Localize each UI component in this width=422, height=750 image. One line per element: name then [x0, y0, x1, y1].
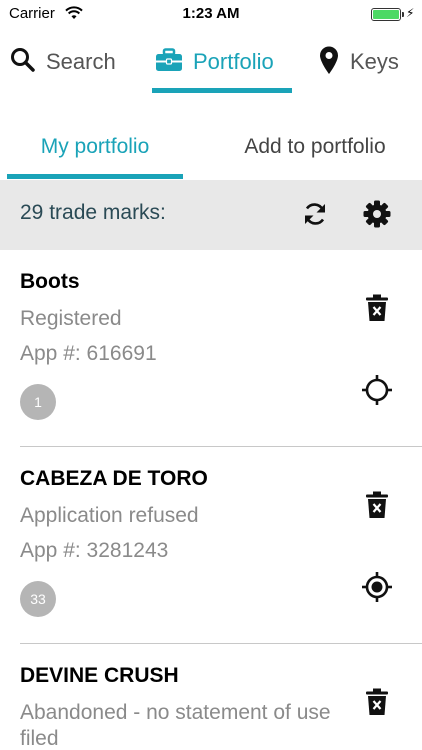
tab-add-to-portfolio[interactable]: Add to portfolio [215, 118, 415, 176]
refresh-icon [305, 203, 325, 225]
gear-icon [363, 200, 391, 228]
delete-button[interactable] [364, 688, 390, 716]
trade-mark-count: 29 trade marks: [20, 201, 166, 224]
crosshair-filled-icon [362, 572, 392, 602]
nav-active-indicator [152, 88, 292, 93]
nav-tab-keys[interactable]: Keys [318, 30, 399, 94]
sub-tab-active-indicator [7, 174, 183, 179]
nav-tab-label: Search [46, 49, 116, 74]
locate-button[interactable] [361, 571, 393, 603]
locate-button[interactable] [361, 374, 393, 406]
trade-mark-name: Boots [20, 270, 80, 293]
charging-icon: ⚡ [406, 6, 415, 20]
settings-button[interactable] [362, 199, 392, 229]
nav-tab-search[interactable]: Search [10, 30, 116, 94]
list-item[interactable]: Boots Registered App #: 616691 1 [0, 250, 422, 446]
application-number: App #: 3281243 [20, 539, 169, 562]
trade-mark-name: CABEZA DE TORO [20, 467, 208, 490]
top-nav: Search Portfolio Keys [0, 30, 422, 94]
class-badge: 1 [20, 384, 56, 420]
list-item[interactable]: CABEZA DE TORO Application refused App #… [0, 447, 422, 643]
application-number: App #: 616691 [20, 342, 157, 365]
portfolio-header: 29 trade marks: [0, 180, 422, 250]
trash-icon [366, 491, 388, 518]
trade-mark-name: DEVINE CRUSH [20, 664, 179, 687]
trade-mark-status: Abandoned - no statement of use filed [20, 701, 331, 750]
nav-tab-portfolio[interactable]: Portfolio [155, 30, 274, 94]
sub-tabs: My portfolio Add to portfolio [0, 118, 422, 180]
map-pin-icon [318, 45, 340, 80]
nav-tab-label: Keys [350, 49, 399, 74]
delete-button[interactable] [364, 294, 390, 322]
battery-tip [402, 12, 404, 17]
list-item[interactable]: DEVINE CRUSH Abandoned - no statement of… [0, 644, 422, 750]
delete-button[interactable] [364, 491, 390, 519]
search-icon [10, 47, 36, 78]
trade-mark-status: Application refused [20, 504, 199, 527]
nav-tab-label: Portfolio [193, 49, 274, 74]
crosshair-icon [362, 375, 392, 405]
briefcase-icon [155, 47, 183, 77]
tab-my-portfolio[interactable]: My portfolio [7, 118, 183, 176]
battery-icon [371, 8, 401, 21]
status-bar: Carrier 1:23 AM ⚡ [0, 0, 422, 30]
trash-icon [366, 294, 388, 321]
refresh-button[interactable] [301, 200, 329, 228]
clock: 1:23 AM [182, 5, 240, 22]
trade-mark-status: Registered [20, 307, 122, 330]
class-badge: 33 [20, 581, 56, 617]
trash-icon [366, 688, 388, 715]
